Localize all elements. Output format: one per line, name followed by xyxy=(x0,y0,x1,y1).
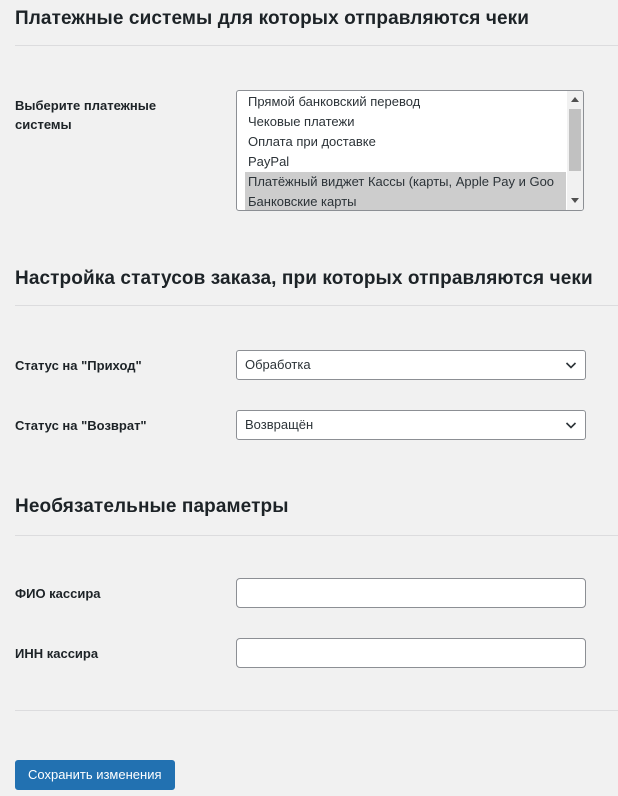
payment-option-widget[interactable]: Платёжный виджет Кассы (карты, Apple Pay… xyxy=(245,172,566,192)
payment-option-bank-transfer[interactable]: Прямой банковский перевод xyxy=(245,92,566,112)
income-status-select[interactable]: Обработка xyxy=(236,350,586,380)
payment-systems-label: Выберите платежные системы xyxy=(15,98,157,132)
refund-status-label: Статус на "Возврат" xyxy=(15,418,147,433)
divider xyxy=(15,535,618,536)
chevron-down-icon xyxy=(565,422,577,429)
settings-page: Платежные системы для которых отправляют… xyxy=(0,0,618,796)
cashier-name-label: ФИО кассира xyxy=(15,586,101,601)
optional-params-heading: Необязательные параметры xyxy=(15,496,289,517)
cashier-name-input[interactable] xyxy=(236,578,586,608)
divider xyxy=(15,45,618,46)
cashier-inn-input[interactable] xyxy=(236,638,586,668)
refund-status-select[interactable]: Возвращён xyxy=(236,410,586,440)
divider xyxy=(15,710,618,711)
divider xyxy=(15,305,618,306)
income-status-value: Обработка xyxy=(245,357,311,372)
payment-systems-multiselect[interactable]: Прямой банковский перевод Чековые платеж… xyxy=(236,90,584,211)
cashier-inn-label: ИНН кассира xyxy=(15,646,99,661)
payment-systems-heading: Платежные системы для которых отправляют… xyxy=(15,8,530,29)
payment-option-bank-cards[interactable]: Банковские карты xyxy=(245,192,566,210)
income-status-label: Статус на "Приход" xyxy=(15,358,142,373)
payment-option-cheque[interactable]: Чековые платежи xyxy=(245,112,566,132)
chevron-down-icon xyxy=(565,362,577,369)
payment-option-paypal[interactable]: PayPal xyxy=(245,152,566,172)
save-changes-button[interactable]: Сохранить изменения xyxy=(15,760,175,790)
scroll-down-arrow-icon[interactable] xyxy=(571,198,579,203)
refund-status-value: Возвращён xyxy=(245,417,314,432)
multiselect-scrollbar[interactable] xyxy=(567,91,583,210)
order-statuses-heading: Настройка статусов заказа, при которых о… xyxy=(15,268,593,289)
scroll-thumb[interactable] xyxy=(569,109,581,171)
scroll-up-arrow-icon[interactable] xyxy=(571,97,579,102)
payment-option-cod[interactable]: Оплата при доставке xyxy=(245,132,566,152)
